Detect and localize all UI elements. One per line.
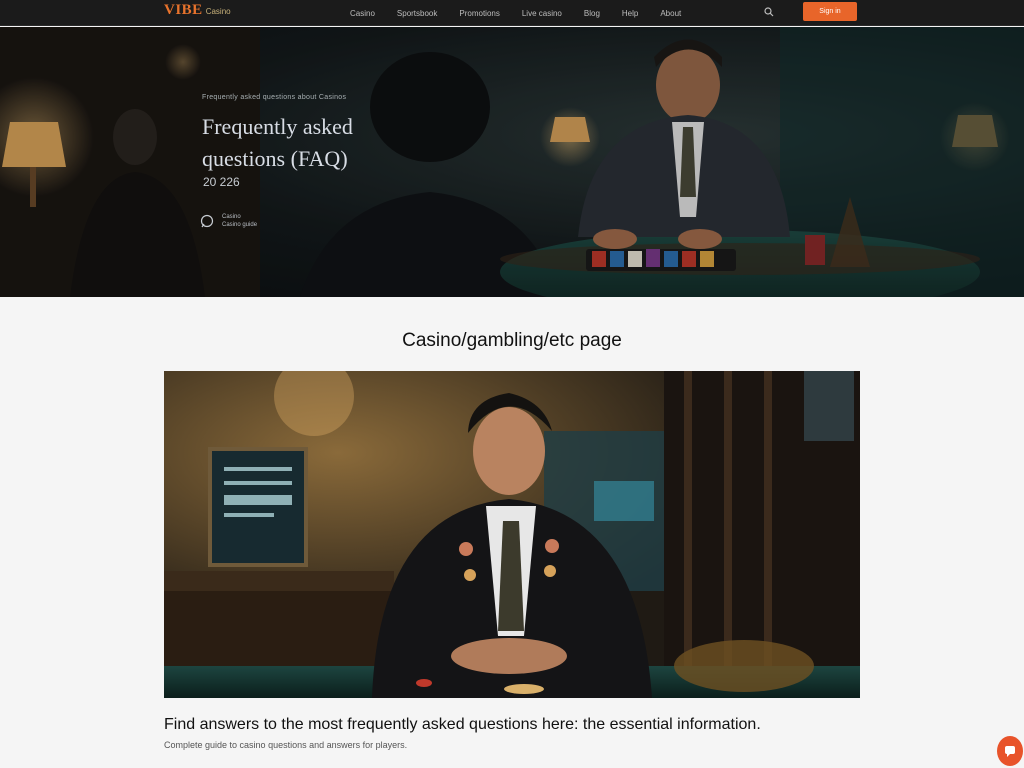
hero-banner: Frequently asked questions about Casinos… [0, 27, 1024, 297]
nav-link-casino[interactable]: Casino [350, 9, 375, 18]
top-navbar: VIBE Casino Casino Sportsbook Promotions… [0, 0, 1024, 26]
feature-image [164, 371, 860, 698]
nav-link-help[interactable]: Help [622, 9, 638, 18]
author-role: Casino guide [222, 222, 258, 228]
hero-eyebrow: Frequently asked questions about Casinos [202, 94, 347, 101]
author-text: Casino Casino guide [222, 213, 312, 229]
section-title: Casino/gambling/etc page [402, 330, 622, 351]
nav-link-blog[interactable]: Blog [584, 9, 600, 18]
hero-title: Frequently asked questions (FAQ) [202, 111, 482, 175]
hero-date: 20 226 [203, 175, 240, 189]
feature-subcaption: Complete guide to casino questions and a… [164, 740, 408, 750]
hero-title-line1: Frequently asked [202, 114, 353, 139]
nav-link-promotions[interactable]: Promotions [459, 9, 499, 18]
hero-author: Casino Casino guide [200, 213, 312, 229]
author-icon [200, 214, 214, 228]
logo-wordmark: VIBE [164, 2, 203, 18]
logo-subtitle: Casino [205, 7, 231, 16]
nav-link-about[interactable]: About [660, 9, 681, 18]
nav-link-sportsbook[interactable]: Sportsbook [397, 9, 437, 18]
hero-casino-scene [0, 27, 1024, 297]
nav-links: Casino Sportsbook Promotions Live casino… [350, 0, 703, 26]
feature-caption: Find answers to the most frequently aske… [164, 716, 761, 733]
casino-player-illustration [164, 371, 860, 698]
nav-link-live-casino[interactable]: Live casino [522, 9, 562, 18]
hero-title-line2: questions (FAQ) [202, 146, 348, 171]
author-name: Casino [222, 214, 241, 220]
search-icon[interactable] [764, 7, 774, 17]
chat-icon [1005, 746, 1015, 757]
sign-in-button[interactable]: Sign in [803, 2, 857, 21]
chat-widget-button[interactable] [997, 736, 1023, 766]
site-logo[interactable]: VIBE Casino [164, 2, 231, 19]
